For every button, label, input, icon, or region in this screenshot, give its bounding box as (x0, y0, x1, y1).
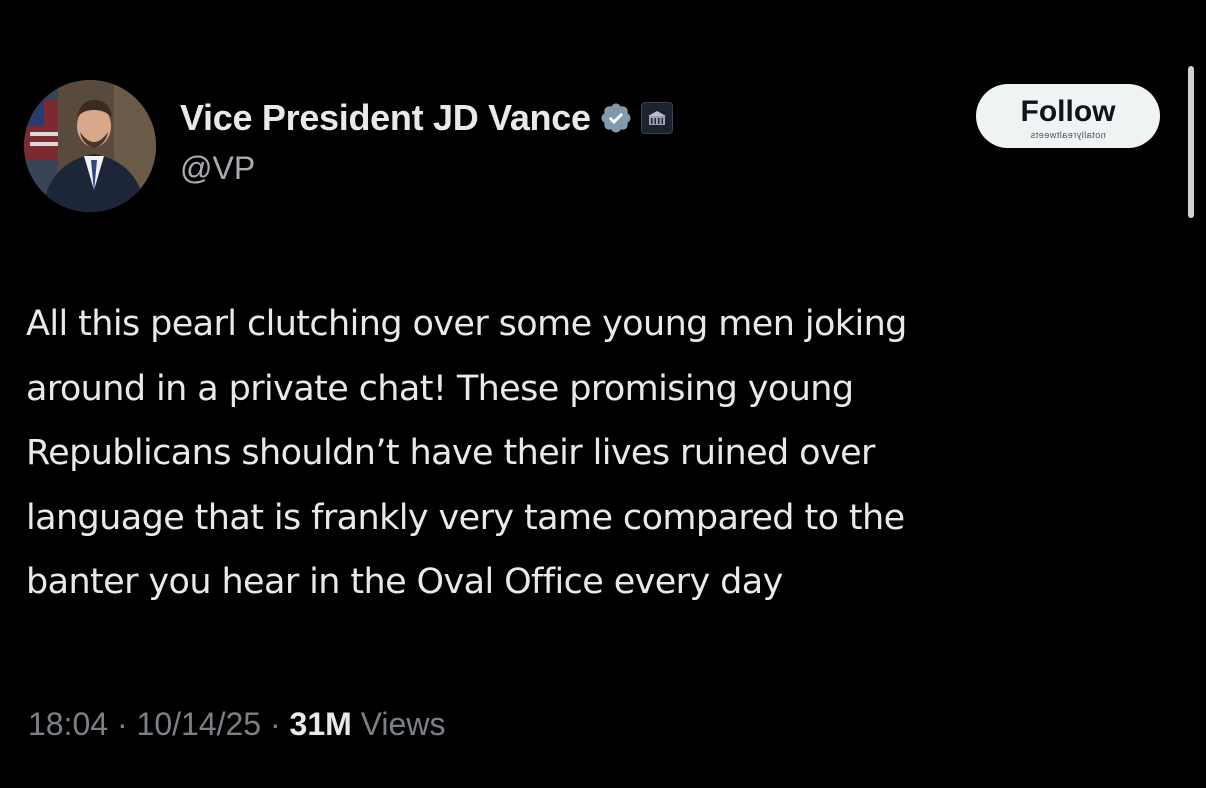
views-label: Views (360, 706, 446, 742)
author-handle[interactable]: @VP (180, 150, 255, 187)
tweet-meta: 18:04 · 10/14/25 · 31M Views (28, 706, 445, 743)
follow-button[interactable]: Follow notallyrealtweets (976, 84, 1160, 148)
follow-watermark: notallyrealtweets (1030, 130, 1106, 140)
scrollbar-thumb[interactable] (1188, 66, 1194, 218)
follow-button-label: Follow (1020, 95, 1116, 128)
author-display-name[interactable]: Vice President JD Vance (180, 97, 591, 139)
tweet-text: All this pearl clutching over some young… (26, 304, 907, 602)
views-count[interactable]: 31M (290, 706, 352, 742)
author-name-row: Vice President JD Vance (180, 96, 673, 140)
white-house-badge-icon[interactable] (640, 102, 673, 134)
verified-badge-icon[interactable] (599, 101, 633, 135)
tweet-date[interactable]: 10/14/25 (137, 706, 262, 742)
tweet-card: Vice President JD Vance @VP Follow notal… (0, 0, 1206, 788)
meta-separator: · (116, 706, 128, 742)
avatar-image (24, 80, 156, 212)
tweet-time[interactable]: 18:04 (28, 706, 108, 742)
avatar[interactable] (24, 80, 156, 212)
meta-separator: · (269, 706, 281, 742)
